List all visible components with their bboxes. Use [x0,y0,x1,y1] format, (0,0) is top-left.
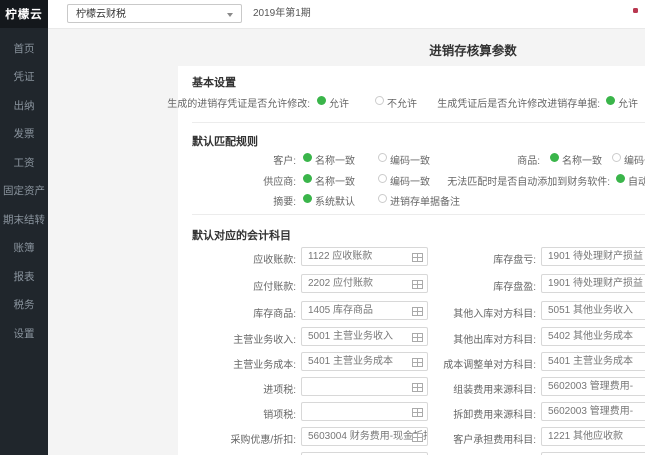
radio-goods-code-off[interactable] [612,153,621,162]
radio-allow-on[interactable] [317,96,326,105]
section-heading-accounts: 默认对应的会计科目 [192,227,291,243]
field-customer-fee-label: 客户承担费用科目: [453,431,536,446]
radio-summary-note-label[interactable]: 进销存单据备注 [390,193,460,208]
radio-summary-default-label[interactable]: 系统默认 [315,193,355,208]
radio-allow2-label[interactable]: 允许 [618,95,638,110]
field-cost-adjust-label: 成本调整单对方科目: [443,356,536,371]
radio-supplier-code-label[interactable]: 编码一致 [390,173,430,188]
field-other-inbound-input[interactable]: 5051 其他业务收入 [541,301,645,320]
sidebar-item-home[interactable]: 首页 [0,34,48,63]
field-customer-fee-value: 1221 其他应收款 [548,431,623,442]
field-stock-loss: 库存盘亏: 1901 待处理财产损益 [0,247,645,267]
field-other-outbound: 其他出库对方科目: 5402 其他业务成本 [0,327,645,347]
field-other-outbound-input[interactable]: 5402 其他业务成本 [541,327,645,346]
field-assembly-fee: 组装费用来源科目: 5602003 管理费用- [0,377,645,397]
field-other-inbound-value: 5051 其他业务收入 [548,305,633,316]
company-dropdown-value: 柠檬云财税 [76,9,126,20]
question-allow-edit-bill: 生成凭证后是否允许修改进销存单据: [437,95,600,110]
label-auto-add: 无法匹配时是否自动添加到财务软件: [447,173,610,188]
field-disassembly-fee-input[interactable]: 5602003 管理费用- [541,402,645,421]
app-window: 柠檬云 柠檬云财税 2019年第1期 首页 凭证 出纳 发票 工资 固定资产 期… [0,0,645,455]
sidebar-item-period-end[interactable]: 期末结转 [0,205,48,234]
label-summary: 摘要: [273,193,296,208]
field-disassembly-fee-value: 5602003 管理费用- [548,406,633,417]
row-supplier-autoadd: 供应商: 名称一致 编码一致 无法匹配时是否自动添加到财务软件: 自动添加 [0,173,645,185]
field-stock-loss-value: 1901 待处理财产损益 [548,251,643,262]
radio-summary-default-on[interactable] [303,194,312,203]
row-customer-goods: 客户: 名称一致 编码一致 商品: 名称一致 编码一致 [0,152,645,164]
radio-allow-label[interactable]: 允许 [329,95,349,110]
field-customer-fee-input[interactable]: 1221 其他应收款 [541,427,645,446]
field-assembly-fee-label: 组装费用来源科目: [453,381,536,396]
field-stock-loss-input[interactable]: 1901 待处理财产损益 [541,247,645,266]
section-heading-match: 默认匹配规则 [192,133,258,149]
field-stock-gain-value: 1901 待处理财产损益 [548,278,643,289]
radio-customer-code-off[interactable] [378,153,387,162]
accounting-period-label: 2019年第1期 [253,0,311,28]
radio-goods-name-on[interactable] [550,153,559,162]
company-dropdown[interactable]: 柠檬云财税 [67,4,242,23]
field-assembly-fee-value: 5602003 管理费用- [548,381,633,392]
section-divider [192,214,645,215]
field-other-inbound-label: 其他入库对方科目: [453,305,536,320]
label-goods: 商品: [517,152,540,167]
radio-supplier-name-on[interactable] [303,174,312,183]
field-disassembly-fee-label: 拆卸费用来源科目: [453,406,536,421]
notification-dot [633,8,638,13]
section-heading-basic: 基本设置 [192,74,236,90]
field-other-outbound-label: 其他出库对方科目: [453,331,536,346]
label-supplier: 供应商: [263,173,296,188]
radio-customer-name-label[interactable]: 名称一致 [315,152,355,167]
app-logo: 柠檬云 [0,0,48,28]
row-summary: 摘要: 系统默认 进销存单据备注 [0,193,645,205]
field-other-outbound-value: 5402 其他业务成本 [548,331,633,342]
field-cost-adjust-value: 5401 主营业务成本 [548,356,633,367]
sidebar-item-voucher[interactable]: 凭证 [0,63,48,92]
row-basic-settings: 生成的进销存凭证是否允许修改: 允许 不允许 生成凭证后是否允许修改进销存单据:… [0,95,645,107]
field-stock-gain-label: 库存盘盈: [493,278,536,293]
question-allow-edit-voucher: 生成的进销存凭证是否允许修改: [167,95,310,110]
radio-supplier-name-label[interactable]: 名称一致 [315,173,355,188]
field-other-inbound: 其他入库对方科目: 5051 其他业务收入 [0,301,645,321]
radio-goods-name-label[interactable]: 名称一致 [562,152,602,167]
radio-disallow-off[interactable] [375,96,384,105]
radio-auto-add-on[interactable] [616,174,625,183]
radio-customer-code-label[interactable]: 编码一致 [390,152,430,167]
page-title: 进销存核算参数 [373,40,573,59]
field-customer-fee: 客户承担费用科目: 1221 其他应收款 [0,427,645,447]
field-stock-loss-label: 库存盘亏: [493,251,536,266]
top-bar: 柠檬云 柠檬云财税 2019年第1期 [0,0,645,29]
field-stock-gain-input[interactable]: 1901 待处理财产损益 [541,274,645,293]
field-stock-gain: 库存盘盈: 1901 待处理财产损益 [0,274,645,294]
field-cost-adjust-input[interactable]: 5401 主营业务成本 [541,352,645,371]
chevron-down-icon [227,13,233,17]
radio-allow2-on[interactable] [606,96,615,105]
radio-goods-code-label[interactable]: 编码一致 [624,152,645,167]
radio-auto-add-label[interactable]: 自动添加 [628,173,645,188]
field-assembly-fee-input[interactable]: 5602003 管理费用- [541,377,645,396]
radio-disallow-label[interactable]: 不允许 [387,95,417,110]
radio-customer-name-on[interactable] [303,153,312,162]
field-disassembly-fee: 拆卸费用来源科目: 5602003 管理费用- [0,402,645,422]
radio-supplier-code-off[interactable] [378,174,387,183]
section-divider [192,122,645,123]
label-customer: 客户: [273,152,296,167]
radio-summary-note-off[interactable] [378,194,387,203]
field-cost-adjust: 成本调整单对方科目: 5401 主营业务成本 [0,352,645,372]
sidebar-item-invoice[interactable]: 发票 [0,120,48,149]
